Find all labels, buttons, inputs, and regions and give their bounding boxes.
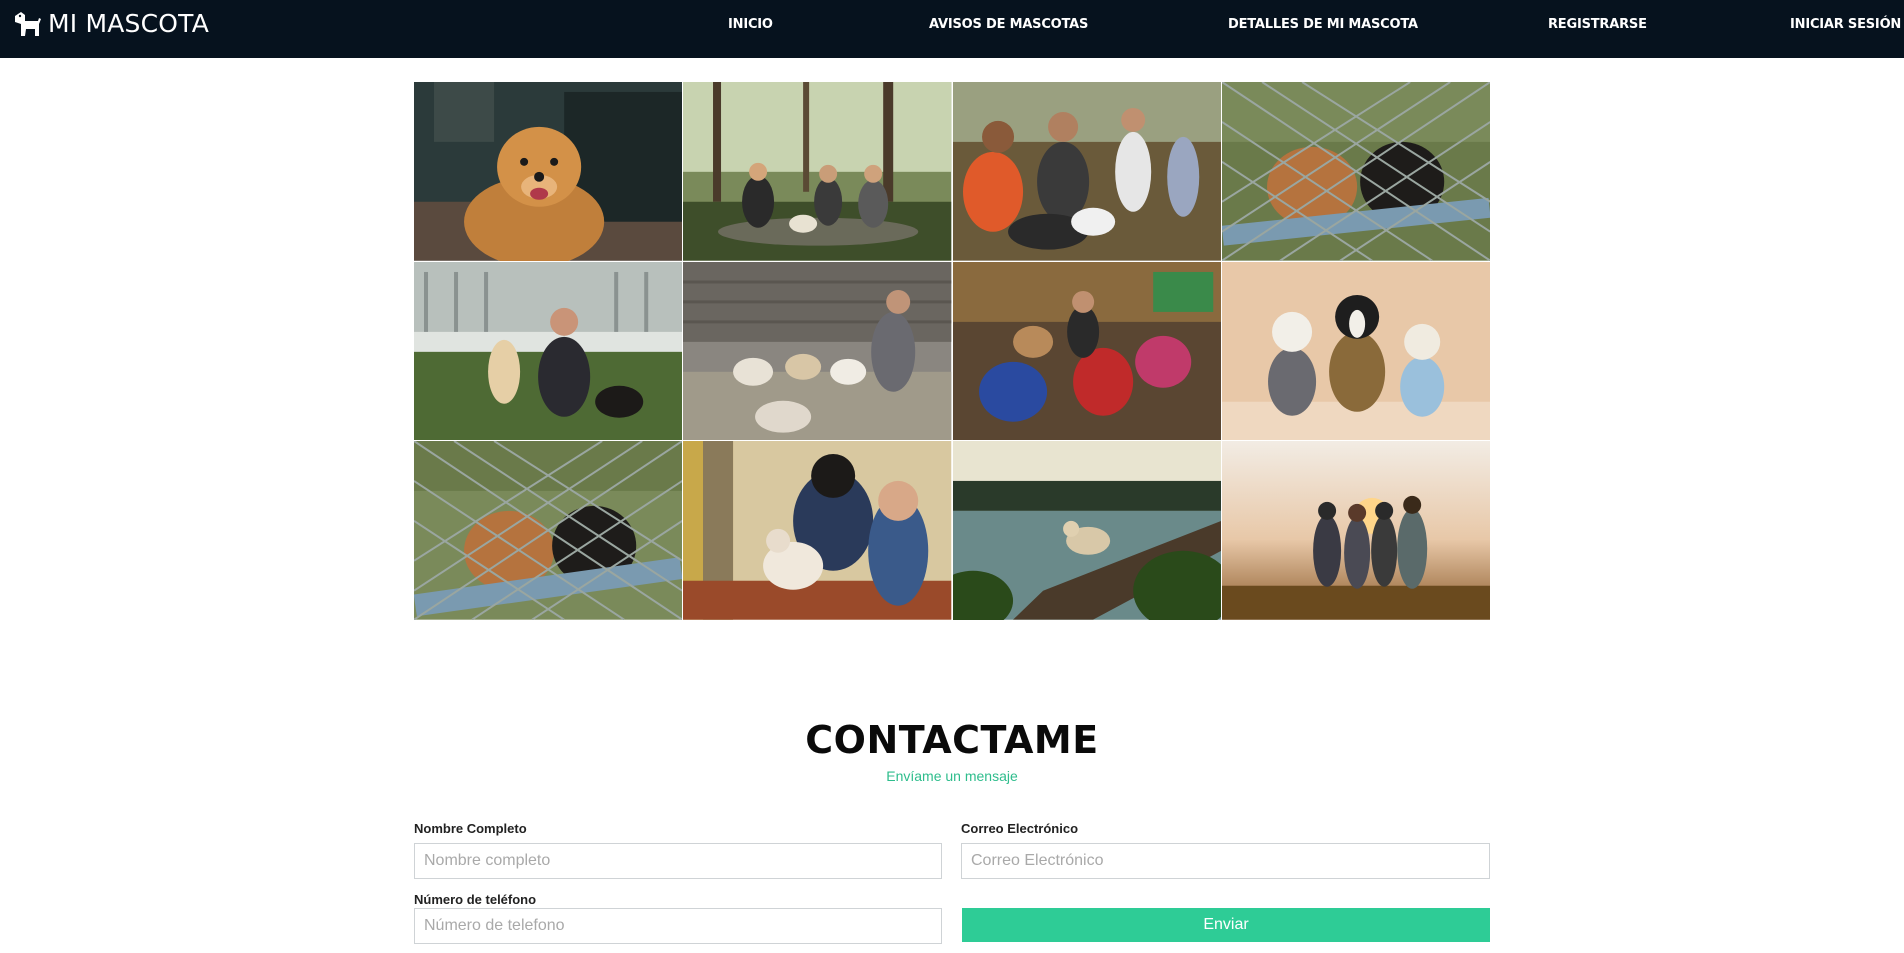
friends-at-sunset-photo[interactable] — [1221, 441, 1490, 620]
nav-links: INICIO AVISOS DE MASCOTAS DETALLES DE MI… — [0, 0, 1904, 58]
nav-registrarse[interactable]: REGISTRARSE — [1548, 17, 1647, 32]
three-dogs-studio-photo[interactable] — [1221, 261, 1490, 441]
family-with-dog-photo[interactable] — [683, 441, 952, 620]
submit-button[interactable]: Enviar — [962, 908, 1490, 942]
contact-subtitle: Envíame un mensaje — [886, 768, 1018, 784]
nav-inicio[interactable]: INICIO — [728, 17, 773, 32]
dog-on-lake-dock-photo[interactable] — [952, 441, 1221, 620]
puppies-behind-fence-photo[interactable] — [1221, 82, 1490, 261]
email-label: Correo Electrónico — [961, 821, 1079, 836]
volunteers-with-dogs-photo[interactable] — [952, 82, 1221, 261]
nav-avisos-de-mascotas[interactable]: AVISOS DE MASCOTAS — [929, 17, 1088, 32]
woman-with-puppies-photo[interactable] — [414, 261, 683, 441]
phone-label: Número de teléfono — [414, 892, 537, 907]
name-label: Nombre Completo — [414, 821, 527, 836]
photo-gallery — [414, 82, 1490, 620]
nav-iniciar-sesion[interactable]: INICIAR SESIÓN — [1790, 17, 1901, 32]
name-input[interactable] — [414, 843, 942, 879]
picnic-with-dogs-photo[interactable] — [683, 82, 952, 261]
phone-input[interactable] — [414, 908, 942, 944]
contact-title: CONTACTAME — [805, 718, 1099, 762]
man-feeding-shelter-dogs-photo[interactable] — [683, 261, 952, 441]
puppies-at-fence-photo[interactable] — [414, 441, 683, 620]
nav-detalles-de-mi-mascota[interactable]: DETALLES DE MI MASCOTA — [1228, 17, 1418, 32]
navbar: MI MASCOTA INICIO AVISOS DE MASCOTAS DET… — [0, 0, 1904, 58]
shelter-dogs-in-sweaters-photo[interactable] — [952, 261, 1221, 441]
golden-retriever-photo[interactable] — [414, 82, 683, 261]
email-input[interactable] — [961, 843, 1490, 879]
